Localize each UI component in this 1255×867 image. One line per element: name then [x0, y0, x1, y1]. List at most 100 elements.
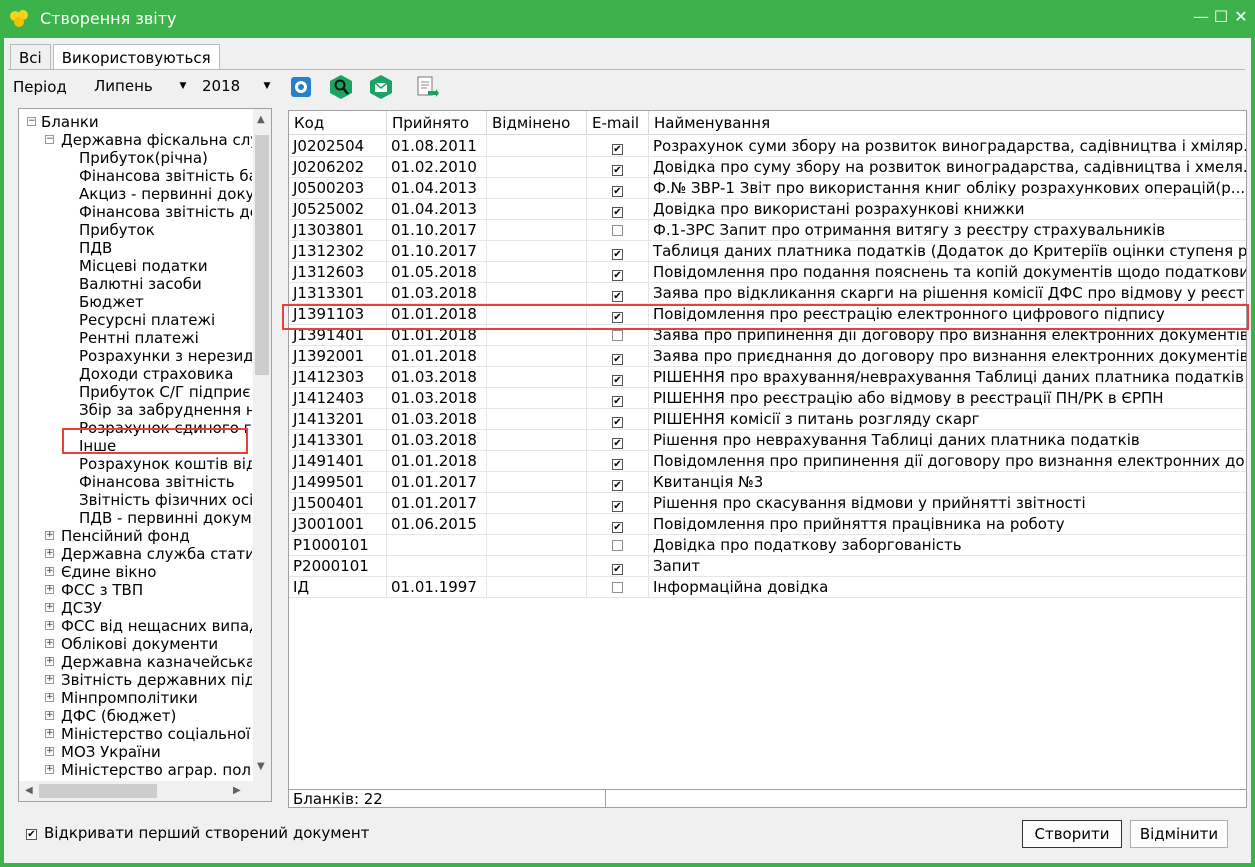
create-button[interactable]: Створити [1022, 820, 1122, 848]
table-row[interactable]: J1392001 01.01.2018 ✔ Заява про приєднання … [289, 346, 1246, 367]
forms-count: Бланків: 22 [289, 790, 606, 808]
tree-horizontal-scrollbar[interactable]: ◀ ▶ [19, 781, 271, 801]
cell-code: ІД [289, 577, 387, 598]
year-dropdown-arrow-icon[interactable]: ▼ [260, 75, 274, 97]
cell-name: Повідомлення про прийняття працівника на… [649, 514, 1246, 535]
table-row[interactable]: J0500203 01.04.2013 ✔ Ф.№ ЗВР-1 Звіт про ви… [289, 178, 1246, 199]
column-header-email[interactable]: E-mail [587, 111, 649, 135]
cancel-button[interactable]: Відмінити [1130, 820, 1228, 848]
table-row[interactable]: J1499501 01.01.2017 ✔ Квитанція №3 [289, 472, 1246, 493]
table-row[interactable]: J0206202 01.02.2010 ✔ Довідка про суму збо… [289, 157, 1246, 178]
email-checkbox-checked[interactable]: ✔ [612, 459, 623, 470]
tree-selection-highlight [62, 428, 248, 454]
email-checkbox-checked[interactable]: ✔ [612, 291, 623, 302]
table-row[interactable]: ІД 01.01.1997 Інформаційна довідка [289, 577, 1246, 598]
table-row[interactable]: J1313301 01.03.2018 ✔ Заява про відкликання… [289, 283, 1246, 304]
app-flower-icon [10, 10, 28, 27]
cell-accepted [387, 556, 487, 577]
expand-icon[interactable]: + [45, 729, 54, 738]
collapse-icon[interactable]: − [45, 135, 54, 144]
open-first-checkbox[interactable]: ✔ [26, 828, 37, 840]
search-icon[interactable] [328, 74, 354, 100]
collapse-icon[interactable]: − [27, 117, 36, 126]
scroll-left-icon[interactable]: ◀ [25, 785, 33, 796]
table-row[interactable]: J0525002 01.04.2013 ✔ Довідка про використа… [289, 199, 1246, 220]
scroll-up-icon[interactable]: ▲ [257, 114, 265, 125]
table-row[interactable]: J1412303 01.03.2018 ✔ РІШЕННЯ про врахуванн… [289, 367, 1246, 388]
email-checkbox-checked[interactable]: ✔ [612, 186, 623, 197]
table-row[interactable]: J3001001 01.06.2015 ✔ Повідомлення про прий… [289, 514, 1246, 535]
expand-icon[interactable]: + [45, 567, 54, 576]
document-arrow-icon[interactable] [414, 74, 440, 100]
email-checkbox-checked[interactable]: ✔ [612, 438, 623, 449]
forms-tree[interactable]: − Бланки − Державна фіскальна слу Прибут… [18, 108, 272, 802]
maximize-button[interactable]: ☐ [1213, 8, 1229, 26]
email-checkbox-unchecked[interactable] [612, 582, 623, 593]
expand-icon[interactable]: + [45, 693, 54, 702]
expand-icon[interactable]: + [45, 621, 54, 630]
month-dropdown-arrow-icon[interactable]: ▼ [176, 75, 190, 97]
table-row[interactable]: J0202504 01.08.2011 ✔ Розрахунок суми збор… [289, 136, 1246, 157]
column-header-code[interactable]: Код [289, 111, 387, 135]
scroll-thumb[interactable] [255, 135, 269, 375]
table-row[interactable]: J1303801 01.10.2017 Ф.1-ЗРС Запит про отри… [289, 220, 1246, 241]
email-checkbox-checked[interactable]: ✔ [612, 396, 623, 407]
email-checkbox-checked[interactable]: ✔ [612, 249, 623, 260]
table-row[interactable]: P2000101 ✔ Запит [289, 556, 1246, 577]
email-checkbox-checked[interactable]: ✔ [612, 207, 623, 218]
table-row[interactable]: J1491401 01.01.2018 ✔ Повідомлення про прип… [289, 451, 1246, 472]
expand-icon[interactable]: + [45, 765, 54, 774]
email-checkbox-checked[interactable]: ✔ [612, 480, 623, 491]
expand-icon[interactable]: + [45, 675, 54, 684]
email-checkbox-checked[interactable]: ✔ [612, 165, 623, 176]
email-checkbox-checked[interactable]: ✔ [612, 144, 623, 155]
expand-icon[interactable]: + [45, 657, 54, 666]
expand-icon[interactable]: + [45, 603, 54, 612]
expand-icon[interactable]: + [45, 747, 54, 756]
scroll-thumb[interactable] [39, 784, 157, 798]
forms-grid[interactable]: Код Прийнято Відмінено E-mail Найменуван… [288, 110, 1247, 808]
email-checkbox-checked[interactable]: ✔ [612, 501, 623, 512]
envelope-icon[interactable] [368, 74, 394, 100]
scroll-down-icon[interactable]: ▼ [257, 761, 265, 772]
expand-icon[interactable]: + [45, 585, 54, 594]
email-checkbox-unchecked[interactable] [612, 330, 623, 341]
cell-cancelled [487, 451, 587, 472]
close-button[interactable]: ✕ [1233, 8, 1249, 26]
tab-used[interactable]: Використовуються [52, 44, 220, 70]
cell-email: ✔ [587, 493, 649, 514]
email-checkbox-checked[interactable]: ✔ [612, 354, 623, 365]
table-row[interactable]: P1000101 Довідка про податкову заборгован… [289, 535, 1246, 556]
email-checkbox-checked[interactable]: ✔ [612, 522, 623, 533]
email-checkbox-checked[interactable]: ✔ [612, 270, 623, 281]
settings-gear-icon[interactable] [288, 74, 314, 100]
email-checkbox-checked[interactable]: ✔ [612, 417, 623, 428]
email-checkbox-checked[interactable]: ✔ [612, 564, 623, 575]
email-checkbox-unchecked[interactable] [612, 540, 623, 551]
email-checkbox-unchecked[interactable] [612, 225, 623, 236]
column-header-accepted[interactable]: Прийнято [387, 111, 487, 135]
year-select[interactable]: 2018 ▼ [198, 75, 274, 97]
cell-accepted: 01.01.2018 [387, 451, 487, 472]
open-first-option[interactable]: ✔ Відкривати перший створений документ [26, 824, 369, 842]
tab-all[interactable]: Всі [10, 44, 51, 70]
expand-icon[interactable]: + [45, 549, 54, 558]
expand-icon[interactable]: + [45, 639, 54, 648]
table-row[interactable]: J1413301 01.03.2018 ✔ Рішення про неврахува… [289, 430, 1246, 451]
table-row[interactable]: J1312603 01.05.2018 ✔ Повідомлення про пода… [289, 262, 1246, 283]
cell-name: Довідка про використані розрахункові кни… [649, 199, 1246, 220]
minimize-button[interactable]: — [1193, 8, 1209, 26]
table-row[interactable]: J1412403 01.03.2018 ✔ РІШЕННЯ про реєстраці… [289, 388, 1246, 409]
table-row[interactable]: J1413201 01.03.2018 ✔ РІШЕННЯ комісії з пит… [289, 409, 1246, 430]
expand-icon[interactable]: + [45, 711, 54, 720]
email-checkbox-checked[interactable]: ✔ [612, 375, 623, 386]
tree-vertical-scrollbar[interactable]: ▲ ▼ [253, 109, 271, 781]
tree-node-label: Прибуток [79, 221, 155, 239]
expand-icon[interactable]: + [45, 531, 54, 540]
table-row[interactable]: J1312302 01.10.2017 ✔ Таблиця даних платник… [289, 241, 1246, 262]
column-header-name[interactable]: Найменування [649, 111, 1246, 135]
table-row[interactable]: J1500401 01.01.2017 ✔ Рішення про скасуванн… [289, 493, 1246, 514]
month-select[interactable]: Липень ▼ [90, 75, 190, 97]
scroll-right-icon[interactable]: ▶ [233, 785, 241, 796]
column-header-cancelled[interactable]: Відмінено [487, 111, 587, 135]
